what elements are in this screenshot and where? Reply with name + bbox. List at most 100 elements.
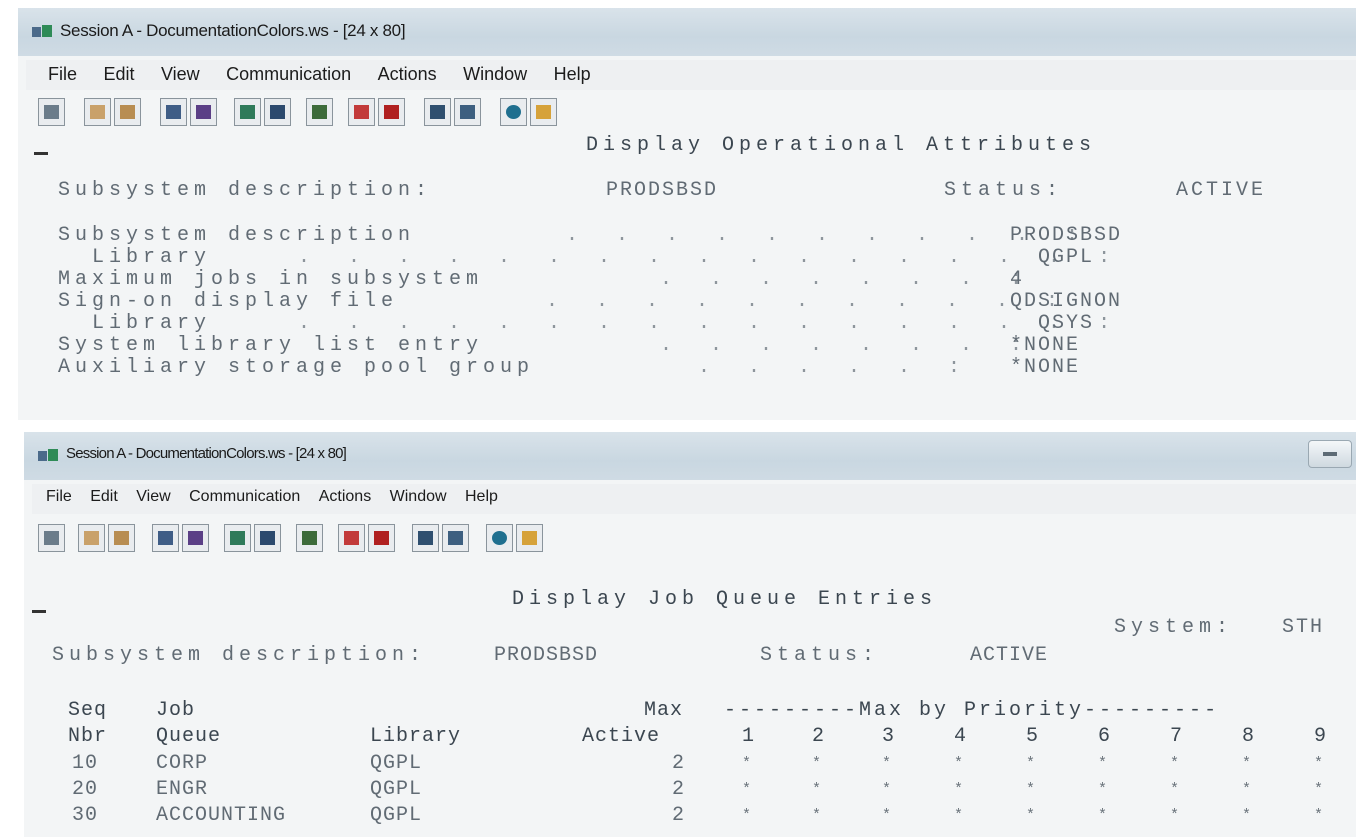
menu-window[interactable]: Window <box>463 64 527 85</box>
edit-icon[interactable] <box>516 524 543 552</box>
record-macro-icon[interactable] <box>338 524 365 552</box>
record-macro-icon[interactable] <box>348 98 375 126</box>
priority-mark: * <box>882 755 897 772</box>
terminal-screen[interactable]: Display Job Queue Entries System: STH Su… <box>24 564 1356 837</box>
receive-icon[interactable] <box>182 524 209 552</box>
priority-mark: * <box>1170 755 1185 772</box>
menu-communication[interactable]: Communication <box>189 488 300 506</box>
screen-heading: Display Operational Attributes <box>586 134 1097 157</box>
priority-mark: * <box>1026 807 1041 824</box>
menu-communication[interactable]: Communication <box>226 64 351 85</box>
leader-dots: . . . . . . . : <box>660 334 1036 357</box>
seq-nbr: 30 <box>72 804 99 827</box>
priority-mark: * <box>954 781 969 798</box>
col-job: Job <box>156 699 196 722</box>
leader-dots: . . . . . . . . . . . . . . . . : <box>298 246 1124 269</box>
display-icon[interactable] <box>224 524 251 552</box>
menu-edit[interactable]: Edit <box>103 64 134 85</box>
menu-actions[interactable]: Actions <box>378 64 437 85</box>
menu-edit[interactable]: Edit <box>90 488 118 506</box>
attr-value: QGPL <box>1010 246 1095 269</box>
play-macro-icon[interactable] <box>412 524 439 552</box>
title-bar[interactable]: Session A - DocumentationColors.ws - [24… <box>18 8 1356 56</box>
leader-dots: . . . . . . . : <box>660 268 1036 291</box>
priority-mark: * <box>1098 781 1113 798</box>
attr-label: System library list entry <box>58 334 484 357</box>
session-window-job-queues: Session A - DocumentationColors.ws - [24… <box>24 432 1356 837</box>
priority-mark: * <box>1242 781 1257 798</box>
send-icon[interactable] <box>160 98 187 126</box>
attr-value: *NONE <box>1010 356 1081 379</box>
status-label: Status: <box>760 644 880 667</box>
menu-bar: File Edit View Communication Actions Win… <box>26 60 1356 90</box>
terminal-screen[interactable]: Display Operational Attributes Subsystem… <box>18 128 1356 420</box>
attr-value: *NONE <box>1010 334 1081 357</box>
seq-nbr: 20 <box>72 778 99 801</box>
keyboard-icon[interactable] <box>264 98 291 126</box>
col-nbr: Nbr <box>68 725 108 748</box>
send-icon[interactable] <box>152 524 179 552</box>
priority-mark: * <box>742 807 757 824</box>
chart-icon[interactable] <box>296 524 323 552</box>
priority-mark: * <box>1026 755 1041 772</box>
col-priority: 5 <box>1026 725 1040 748</box>
attr-label: Subsystem description <box>58 224 416 247</box>
cursor <box>32 610 46 613</box>
receive-icon[interactable] <box>190 98 217 126</box>
leader-dots: . . . . . : <box>698 356 974 379</box>
priority-mark: * <box>742 781 757 798</box>
screen-heading: Display Job Queue Entries <box>512 588 938 611</box>
col-max: Max <box>644 699 684 722</box>
priority-mark: * <box>954 807 969 824</box>
priority-mark: * <box>1314 781 1329 798</box>
menu-view[interactable]: View <box>136 488 170 506</box>
col-priority: 8 <box>1242 725 1256 748</box>
priority-mark: * <box>1098 755 1113 772</box>
stop-macro-icon[interactable] <box>378 98 405 126</box>
minimize-icon <box>1323 452 1337 456</box>
priority-mark: * <box>1242 755 1257 772</box>
priority-mark: * <box>1314 755 1329 772</box>
col-priority: 9 <box>1314 725 1328 748</box>
attr-label: Maximum jobs in subsystem <box>58 268 484 291</box>
menu-help[interactable]: Help <box>554 64 591 85</box>
attr-value: QDSIGNON <box>1010 290 1123 313</box>
menu-file[interactable]: File <box>48 64 77 85</box>
display-icon[interactable] <box>234 98 261 126</box>
toolbar <box>36 98 1356 132</box>
globe-icon[interactable] <box>486 524 513 552</box>
title-bar[interactable]: Session A - DocumentationColors.ws - [24… <box>24 432 1356 480</box>
menu-file[interactable]: File <box>46 488 72 506</box>
print-screen-icon[interactable] <box>38 524 65 552</box>
job-queue-library: QGPL <box>370 778 423 801</box>
toolbar <box>38 524 1356 558</box>
macro-list-icon[interactable] <box>442 524 469 552</box>
priority-mark: * <box>1242 807 1257 824</box>
col-priority: 3 <box>882 725 896 748</box>
minimize-button[interactable] <box>1308 440 1352 468</box>
window-title: Session A - DocumentationColors.ws - [24… <box>66 445 347 462</box>
paste-icon[interactable] <box>114 98 141 126</box>
print-screen-icon[interactable] <box>38 98 65 126</box>
edit-icon[interactable] <box>530 98 557 126</box>
menu-window[interactable]: Window <box>390 488 447 506</box>
col-seq: Seq <box>68 699 108 722</box>
priority-mark: * <box>812 781 827 798</box>
play-macro-icon[interactable] <box>424 98 451 126</box>
macro-list-icon[interactable] <box>454 98 481 126</box>
globe-icon[interactable] <box>500 98 527 126</box>
copy-icon[interactable] <box>78 524 105 552</box>
stop-macro-icon[interactable] <box>368 524 395 552</box>
menu-actions[interactable]: Actions <box>319 488 371 506</box>
menu-view[interactable]: View <box>161 64 200 85</box>
menu-help[interactable]: Help <box>465 488 498 506</box>
attr-value: QSYS <box>1010 312 1095 335</box>
keyboard-icon[interactable] <box>254 524 281 552</box>
status-value: ACTIVE <box>970 644 1049 667</box>
paste-icon[interactable] <box>108 524 135 552</box>
leader-dots: . . . . . . . . . . : <box>546 290 1072 313</box>
col-priority: 7 <box>1170 725 1184 748</box>
system-label: System: <box>1114 616 1234 639</box>
chart-icon[interactable] <box>306 98 333 126</box>
copy-icon[interactable] <box>84 98 111 126</box>
